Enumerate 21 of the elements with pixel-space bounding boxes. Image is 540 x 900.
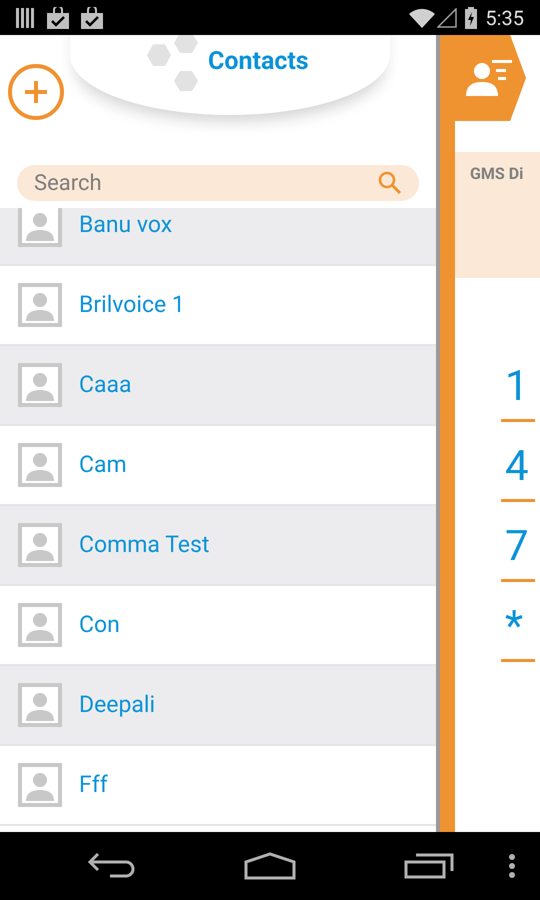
contact-name: Fff xyxy=(79,770,108,800)
dial-key[interactable]: 1 xyxy=(501,354,535,422)
dial-key[interactable]: 4 xyxy=(501,434,535,502)
contact-name: Comma Test xyxy=(79,530,210,560)
contact-name: Caaa xyxy=(79,370,132,400)
contacts-title: Contacts xyxy=(208,46,309,78)
dial-key[interactable]: * xyxy=(501,594,535,662)
dialer-label: GMS Di xyxy=(470,164,524,183)
contact-name: Con xyxy=(79,610,120,640)
search-field[interactable]: Search xyxy=(17,165,419,201)
clock-time: 5:35 xyxy=(485,4,524,32)
contact-row[interactable]: Comma Test xyxy=(0,506,436,586)
contact-name: Brilvoice 1 xyxy=(79,290,185,320)
contact-row[interactable]: Deepali xyxy=(0,666,436,746)
contact-name: Deepali xyxy=(79,690,156,720)
dial-key[interactable]: 7 xyxy=(501,514,535,582)
contact-row[interactable]: Caaa xyxy=(0,346,436,426)
contact-name: Cam xyxy=(79,450,127,480)
contact-name: Banu vox xyxy=(79,210,172,240)
contact-row[interactable]: Banu vox xyxy=(0,208,436,266)
search-placeholder: Search xyxy=(34,170,103,198)
